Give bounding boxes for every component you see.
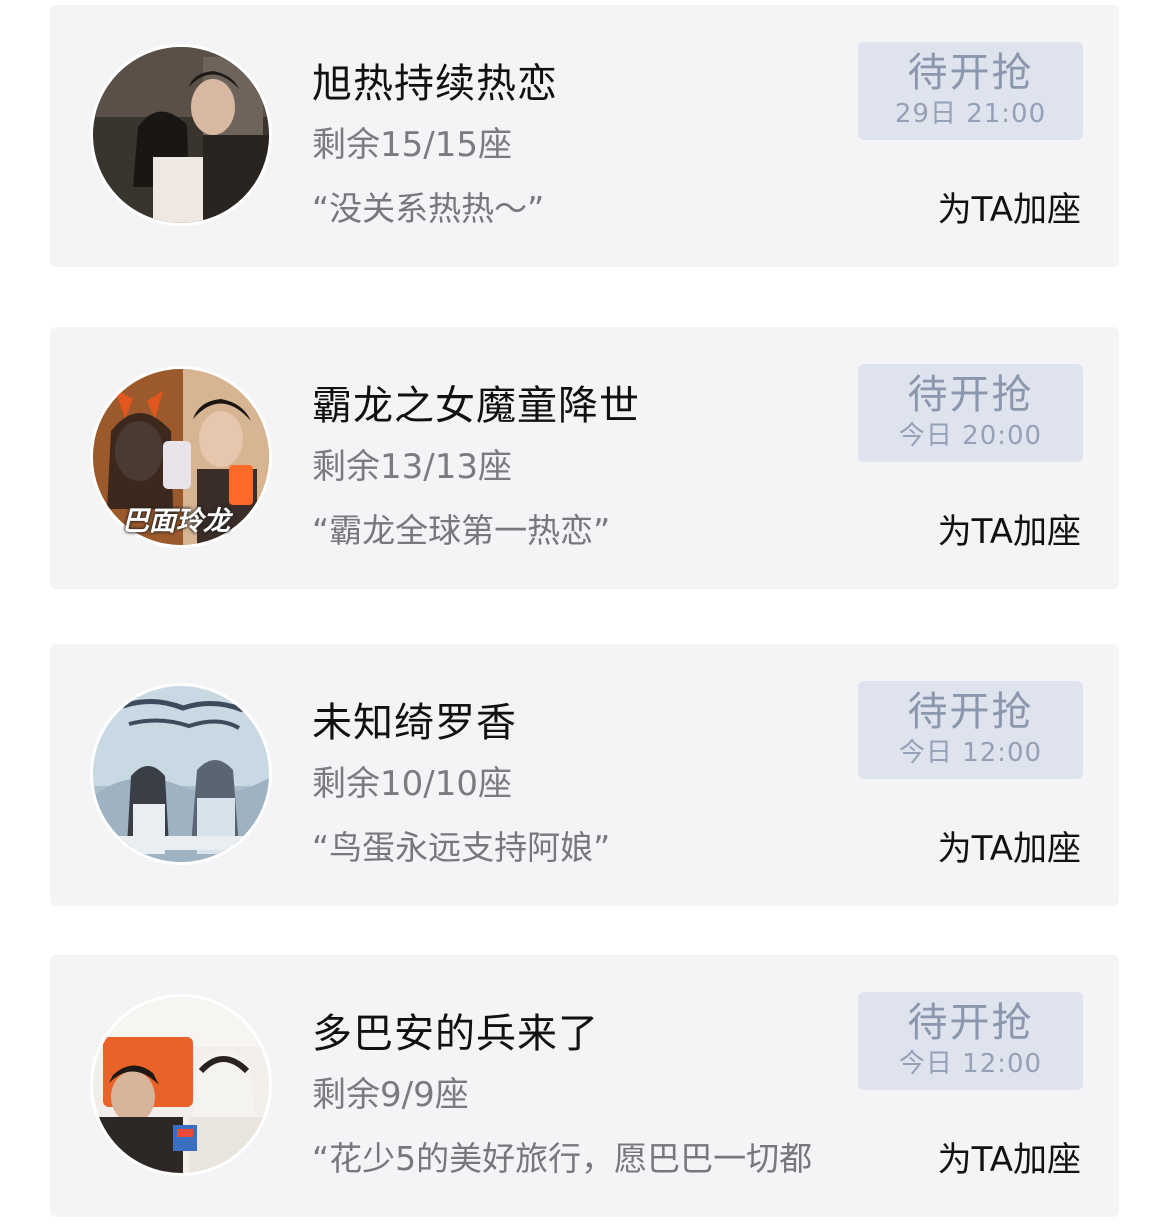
seats-remaining: 剩余15/15座 bbox=[312, 125, 512, 165]
pending-grab-button[interactable]: 待开抢 今日 12:00 bbox=[858, 992, 1083, 1090]
status-label: 待开抢 bbox=[907, 689, 1034, 735]
status-label: 待开抢 bbox=[907, 372, 1034, 418]
status-time: 今日 12:00 bbox=[898, 738, 1043, 768]
room-title: 未知绮罗香 bbox=[312, 700, 517, 746]
status-time: 今日 20:00 bbox=[898, 421, 1043, 451]
room-title: 霸龙之女魔童降世 bbox=[312, 383, 640, 429]
variety-show-avatar[interactable] bbox=[90, 994, 272, 1176]
pending-grab-button[interactable]: 待开抢 今日 12:00 bbox=[858, 681, 1083, 779]
room-quote: “花少5的美好旅行，愿巴巴一切都 bbox=[312, 1139, 813, 1178]
add-seat-button[interactable]: 为TA加座 bbox=[938, 1132, 1081, 1181]
add-seat-button[interactable]: 为TA加座 bbox=[938, 821, 1081, 870]
list-item[interactable]: 未知绮罗香 剩余10/10座 “鸟蛋永远支持阿娘” 待开抢 今日 12:00 为… bbox=[50, 644, 1119, 906]
list-item[interactable]: 旭热持续热恋 剩余15/15座 “没关系热热～” 待开抢 29日 21:00 为… bbox=[50, 5, 1119, 267]
couple-photo-avatar[interactable] bbox=[90, 44, 272, 226]
status-time: 29日 21:00 bbox=[894, 99, 1047, 129]
room-title: 多巴安的兵来了 bbox=[312, 1011, 599, 1057]
add-seat-button[interactable]: 为TA加座 bbox=[938, 182, 1081, 231]
status-label: 待开抢 bbox=[907, 1000, 1034, 1046]
room-quote: “没关系热热～” bbox=[312, 189, 545, 228]
avatar-caption: 巴面玲龙 bbox=[122, 506, 230, 537]
room-quote: “鸟蛋永远支持阿娘” bbox=[312, 828, 611, 867]
add-seat-button[interactable]: 为TA加座 bbox=[938, 504, 1081, 553]
room-quote: “霸龙全球第一热恋” bbox=[312, 511, 611, 550]
seats-remaining: 剩余9/9座 bbox=[312, 1075, 469, 1115]
drama-poster-avatar[interactable] bbox=[90, 683, 272, 865]
status-time: 今日 12:00 bbox=[898, 1049, 1043, 1079]
seats-remaining: 剩余10/10座 bbox=[312, 764, 512, 804]
seats-remaining: 剩余13/13座 bbox=[312, 447, 512, 487]
list-item[interactable]: 巴面玲龙 霸龙之女魔童降世 剩余13/13座 “霸龙全球第一热恋” 待开抢 今日… bbox=[50, 327, 1119, 589]
list-item[interactable]: 多巴安的兵来了 剩余9/9座 “花少5的美好旅行，愿巴巴一切都 待开抢 今日 1… bbox=[50, 955, 1119, 1217]
status-label: 待开抢 bbox=[907, 50, 1034, 96]
pending-grab-button[interactable]: 待开抢 29日 21:00 bbox=[858, 42, 1083, 140]
pending-grab-button[interactable]: 待开抢 今日 20:00 bbox=[858, 364, 1083, 462]
room-title: 旭热持续热恋 bbox=[312, 61, 558, 107]
